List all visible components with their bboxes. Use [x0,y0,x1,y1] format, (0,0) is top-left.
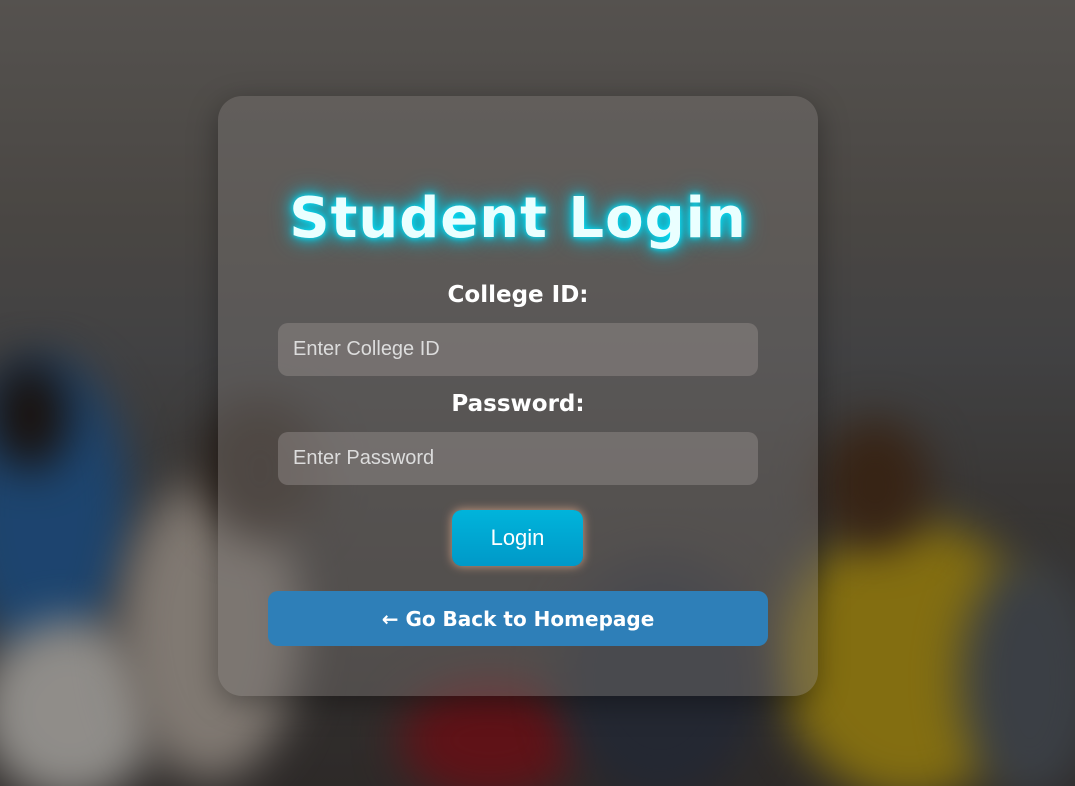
college-id-label: College ID: [447,282,589,308]
college-id-input[interactable] [278,323,758,376]
login-card: Student Login College ID: Password: Logi… [218,96,818,696]
login-button[interactable]: Login [452,510,583,566]
password-input[interactable] [278,432,758,485]
password-label: Password: [451,391,585,417]
page-title: Student Login [289,186,747,251]
back-to-homepage-button[interactable]: ← Go Back to Homepage [268,591,768,646]
